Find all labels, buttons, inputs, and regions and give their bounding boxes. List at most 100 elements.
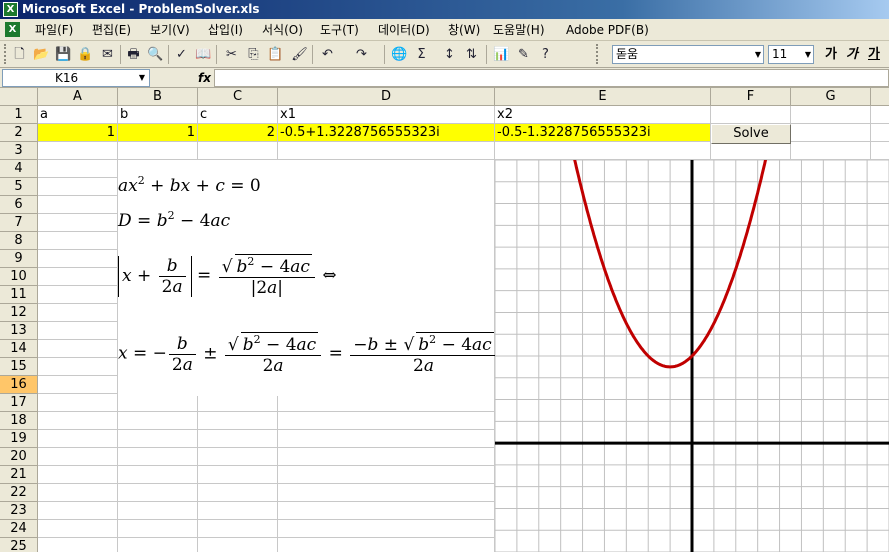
font-name-combo[interactable]: 돋움 ▼ — [612, 45, 764, 64]
permission-icon[interactable]: 🔒 — [76, 45, 95, 64]
cell-g3[interactable] — [791, 142, 871, 160]
row-header-8[interactable]: 8 — [0, 232, 38, 250]
drawing-icon[interactable]: ✎ — [514, 45, 533, 64]
row-header-13[interactable]: 13 — [0, 322, 38, 340]
row-header-1[interactable]: 1 — [0, 106, 38, 124]
underline-button[interactable]: 가 — [868, 45, 880, 64]
cell-d17[interactable] — [278, 394, 495, 412]
row-header-11[interactable]: 11 — [0, 286, 38, 304]
research-icon[interactable]: 📖 — [194, 45, 213, 64]
column-header-a[interactable]: A — [38, 88, 118, 106]
column-header-b[interactable]: B — [118, 88, 198, 106]
sort-ascending-icon[interactable]: ↕ — [440, 45, 459, 64]
cell-a11[interactable] — [38, 286, 118, 304]
row-header-6[interactable]: 6 — [0, 196, 38, 214]
cell-a4[interactable] — [38, 160, 118, 178]
email-icon[interactable]: ✉ — [98, 45, 117, 64]
cell-h1[interactable] — [871, 106, 889, 124]
row-header-10[interactable]: 10 — [0, 268, 38, 286]
insert-function-icon[interactable]: fx — [198, 69, 211, 87]
hyperlink-icon[interactable]: 🌐 — [390, 45, 409, 64]
save-icon[interactable]: 💾 — [54, 45, 73, 64]
menu-data[interactable]: 데이터(D) — [378, 22, 430, 38]
row-header-21[interactable]: 21 — [0, 466, 38, 484]
cell-a5[interactable] — [38, 178, 118, 196]
row-header-4[interactable]: 4 — [0, 160, 38, 178]
cell-d22[interactable] — [278, 484, 495, 502]
cell-a10[interactable] — [38, 268, 118, 286]
row-header-3[interactable]: 3 — [0, 142, 38, 160]
row-header-25[interactable]: 25 — [0, 538, 38, 552]
menu-help[interactable]: 도움말(H) — [493, 22, 545, 38]
cell-c3[interactable] — [198, 142, 278, 160]
cell-a18[interactable] — [38, 412, 118, 430]
column-header-h[interactable] — [871, 88, 889, 106]
cell-e1[interactable]: x2 — [495, 106, 711, 124]
cell-a16[interactable] — [38, 376, 118, 394]
menu-format[interactable]: 서식(O) — [262, 22, 303, 38]
cell-f1[interactable] — [711, 106, 791, 124]
menu-tools[interactable]: 도구(T) — [320, 22, 359, 38]
select-all-corner[interactable] — [0, 88, 38, 106]
cell-c25[interactable] — [198, 538, 278, 552]
bold-button[interactable]: 가 — [825, 45, 837, 64]
cell-g1[interactable] — [791, 106, 871, 124]
cell-b21[interactable] — [118, 466, 198, 484]
worksheet[interactable]: ABCDEFG 1 2 3 4 5 6 7 8 9 10 11 12 13 14 15 16 17 18 19 20 2… — [0, 88, 889, 552]
row-header-16[interactable]: 16 — [0, 376, 38, 394]
cell-a1[interactable]: a — [38, 106, 118, 124]
cell-a17[interactable] — [38, 394, 118, 412]
cell-d1[interactable]: x1 — [278, 106, 495, 124]
cell-b3[interactable] — [118, 142, 198, 160]
cell-a6[interactable] — [38, 196, 118, 214]
paste-icon[interactable]: 📋 — [266, 45, 285, 64]
solve-button[interactable]: Solve — [711, 124, 791, 144]
cell-b20[interactable] — [118, 448, 198, 466]
font-size-combo[interactable]: 11 ▼ — [768, 45, 814, 64]
cell-c17[interactable] — [198, 394, 278, 412]
cell-a9[interactable] — [38, 250, 118, 268]
cell-b19[interactable] — [118, 430, 198, 448]
cell-c18[interactable] — [198, 412, 278, 430]
cell-a2[interactable]: 1 — [38, 124, 118, 142]
row-header-23[interactable]: 23 — [0, 502, 38, 520]
row-header-12[interactable]: 12 — [0, 304, 38, 322]
cell-c23[interactable] — [198, 502, 278, 520]
print-preview-icon[interactable]: 🔍 — [146, 45, 165, 64]
italic-button[interactable]: 가 — [846, 45, 858, 64]
cell-a24[interactable] — [38, 520, 118, 538]
cell-e2[interactable]: -0.5-1.3228756555323i — [495, 124, 711, 142]
cell-a14[interactable] — [38, 340, 118, 358]
print-icon[interactable]: 🖶 — [124, 45, 143, 64]
row-header-5[interactable]: 5 — [0, 178, 38, 196]
cell-c19[interactable] — [198, 430, 278, 448]
cell-g2[interactable] — [791, 124, 871, 142]
row-header-14[interactable]: 14 — [0, 340, 38, 358]
cell-h3[interactable] — [871, 142, 889, 160]
cell-c21[interactable] — [198, 466, 278, 484]
menu-window[interactable]: 창(W) — [448, 22, 480, 38]
cell-f3[interactable] — [711, 142, 791, 160]
toolbar-grip[interactable] — [596, 44, 599, 64]
cell-b25[interactable] — [118, 538, 198, 552]
column-header-d[interactable]: D — [278, 88, 495, 106]
cut-icon[interactable]: ✂ — [222, 45, 241, 64]
cell-b1[interactable]: b — [118, 106, 198, 124]
cell-a3[interactable] — [38, 142, 118, 160]
row-header-7[interactable]: 7 — [0, 214, 38, 232]
column-header-e[interactable]: E — [495, 88, 711, 106]
menu-insert[interactable]: 삽입(I) — [208, 22, 243, 38]
undo-icon[interactable]: ↶ — [318, 45, 337, 64]
menu-view[interactable]: 보기(V) — [150, 22, 190, 38]
column-header-f[interactable]: F — [711, 88, 791, 106]
sort-descending-icon[interactable]: ⇅ — [462, 45, 481, 64]
cell-a23[interactable] — [38, 502, 118, 520]
cell-a13[interactable] — [38, 322, 118, 340]
cell-d2[interactable]: -0.5+1.3228756555323i — [278, 124, 495, 142]
row-header-17[interactable]: 17 — [0, 394, 38, 412]
cell-a20[interactable] — [38, 448, 118, 466]
cell-b23[interactable] — [118, 502, 198, 520]
help-icon[interactable]: ? — [536, 45, 555, 64]
copy-icon[interactable]: ⎘ — [244, 45, 263, 64]
cell-e3[interactable] — [495, 142, 711, 160]
